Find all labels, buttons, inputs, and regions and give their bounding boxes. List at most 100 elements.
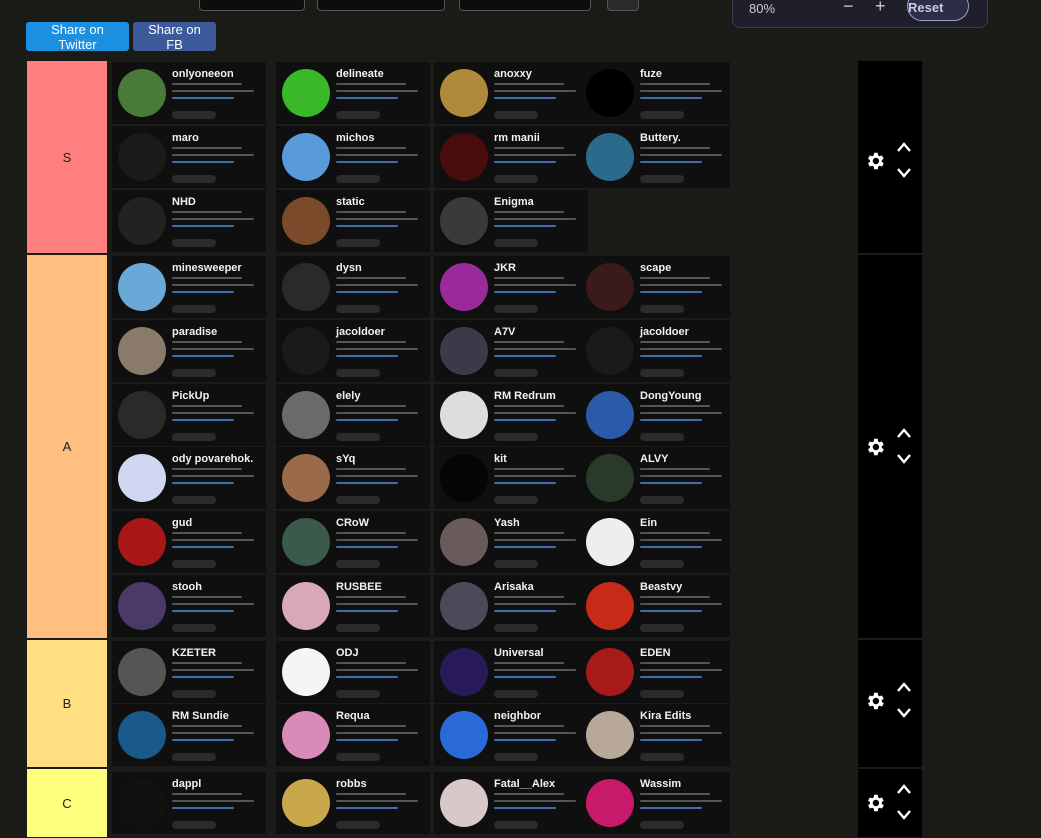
channel-card[interactable]: ODJ	[276, 640, 430, 703]
tier-label[interactable]: S	[27, 61, 107, 253]
channel-card[interactable]: Wassim	[580, 772, 730, 834]
channel-card[interactable]: dappl	[112, 772, 266, 834]
zoom-reset-button[interactable]: Reset	[907, 0, 969, 21]
channel-info-line	[640, 739, 702, 742]
channel-info-line	[336, 347, 418, 350]
channel-info-line	[172, 793, 242, 795]
tier-row-a: Aminesweeper dysn JKR scape paradise jacoldoe…	[26, 254, 922, 639]
channel-card[interactable]: michos	[276, 126, 430, 188]
toolbar-color-swatch[interactable]	[607, 0, 639, 11]
channel-card[interactable]: kit	[434, 447, 588, 510]
tier-label[interactable]: A	[27, 255, 107, 638]
channel-card[interactable]: fuze	[580, 62, 730, 124]
chevron-down-icon[interactable]	[896, 808, 912, 820]
subscribed-pill	[494, 432, 538, 441]
channel-card[interactable]: Buttery.	[580, 126, 730, 188]
channel-avatar	[282, 582, 330, 631]
channel-card[interactable]: stooh	[112, 575, 266, 638]
channel-card[interactable]: RUSBEE	[276, 575, 430, 638]
channel-card[interactable]: robbs	[276, 772, 430, 834]
chevron-up-icon[interactable]	[896, 426, 912, 438]
channel-card[interactable]: PickUp	[112, 383, 266, 446]
channel-info-line	[172, 161, 234, 163]
gear-icon[interactable]	[864, 690, 886, 712]
tier-label[interactable]: B	[27, 640, 107, 767]
channel-info-line	[494, 539, 576, 542]
chevron-down-icon[interactable]	[896, 166, 912, 178]
chevron-up-icon[interactable]	[896, 140, 912, 152]
channel-card[interactable]: neighbor	[434, 704, 588, 767]
toolbar-dropdown-2[interactable]	[317, 0, 445, 11]
subscribed-pill	[640, 432, 684, 441]
channel-card[interactable]: NHD	[112, 190, 266, 252]
channel-card[interactable]: Universal	[434, 640, 588, 703]
channel-card[interactable]: elely	[276, 383, 430, 446]
channel-card[interactable]: CRoW	[276, 511, 430, 574]
channel-card[interactable]: RM Sundie	[112, 704, 266, 767]
tier-row-s: Sonlyoneeon delineate anoxxy fuze maro michos…	[26, 60, 922, 254]
channel-card[interactable]: maro	[112, 126, 266, 188]
channel-card[interactable]: Kira Edits	[580, 704, 730, 767]
channel-card[interactable]: gud	[112, 511, 266, 574]
channel-card[interactable]: jacoldoer	[276, 319, 430, 382]
channel-card[interactable]: EDEN	[580, 640, 730, 703]
channel-card[interactable]: Yash	[434, 511, 588, 574]
chevron-up-icon[interactable]	[896, 782, 912, 794]
chevron-down-icon[interactable]	[896, 706, 912, 718]
channel-info-line	[172, 603, 254, 606]
channel-name: ODJ	[336, 646, 359, 659]
channel-card[interactable]: scape	[580, 255, 730, 318]
share-twitter-button[interactable]: Share on Twitter	[26, 22, 129, 52]
channel-card[interactable]: Arisaka	[434, 575, 588, 638]
share-fb-button[interactable]: Share on FB	[133, 22, 216, 52]
chevron-up-icon[interactable]	[896, 680, 912, 692]
tier-label[interactable]: C	[27, 769, 107, 837]
channel-info-line	[336, 154, 418, 156]
channel-card[interactable]: static	[276, 190, 430, 252]
channel-info-line	[336, 147, 406, 149]
channel-card[interactable]: ody povarehok.	[112, 447, 266, 510]
toolbar-dropdown-1[interactable]	[199, 0, 305, 11]
chevron-down-icon[interactable]	[896, 452, 912, 464]
channel-card[interactable]: KZETER	[112, 640, 266, 703]
toolbar-dropdown-3[interactable]	[459, 0, 591, 11]
subscribed-pill	[494, 624, 538, 633]
channel-avatar	[118, 582, 166, 631]
channel-info-line	[172, 675, 234, 678]
channel-card[interactable]: Beastvy	[580, 575, 730, 638]
channel-name: anoxxy	[494, 68, 532, 80]
subscribed-pill	[640, 689, 684, 698]
zoom-in-button[interactable]: +	[875, 0, 886, 15]
channel-card[interactable]: Requa	[276, 704, 430, 767]
channel-card[interactable]: A7V	[434, 319, 588, 382]
channel-info-line	[172, 83, 242, 85]
channel-card[interactable]: dysn	[276, 255, 430, 318]
channel-card[interactable]: DongYoung	[580, 383, 730, 446]
channel-name: fuze	[640, 68, 662, 80]
channel-card[interactable]: Enigma	[434, 190, 588, 252]
channel-card[interactable]: sYq	[276, 447, 430, 510]
channel-info-line	[336, 675, 398, 678]
channel-card[interactable]: jacoldoer	[580, 319, 730, 382]
channel-name: Yash	[494, 517, 520, 530]
channel-card[interactable]: onlyoneeon	[112, 62, 266, 124]
channel-card[interactable]: anoxxy	[434, 62, 588, 124]
channel-card[interactable]: rm manii	[434, 126, 588, 188]
channel-card[interactable]: Fatal__Alex	[434, 772, 588, 834]
channel-info-line	[336, 276, 406, 279]
gear-icon[interactable]	[864, 436, 886, 458]
channel-card[interactable]: RM Redrum	[434, 383, 588, 446]
channel-avatar	[282, 647, 330, 696]
zoom-out-button[interactable]: −	[843, 0, 854, 15]
channel-card[interactable]: Ein	[580, 511, 730, 574]
gear-icon[interactable]	[864, 792, 886, 814]
channel-card[interactable]: delineate	[276, 62, 430, 124]
channel-avatar	[440, 133, 488, 181]
channel-card[interactable]: JKR	[434, 255, 588, 318]
subscribed-pill	[494, 239, 538, 247]
channel-card[interactable]: paradise	[112, 319, 266, 382]
channel-card[interactable]: ALVY	[580, 447, 730, 510]
channel-card[interactable]: minesweeper	[112, 255, 266, 318]
channel-info-line	[640, 668, 722, 671]
gear-icon[interactable]	[864, 150, 886, 172]
